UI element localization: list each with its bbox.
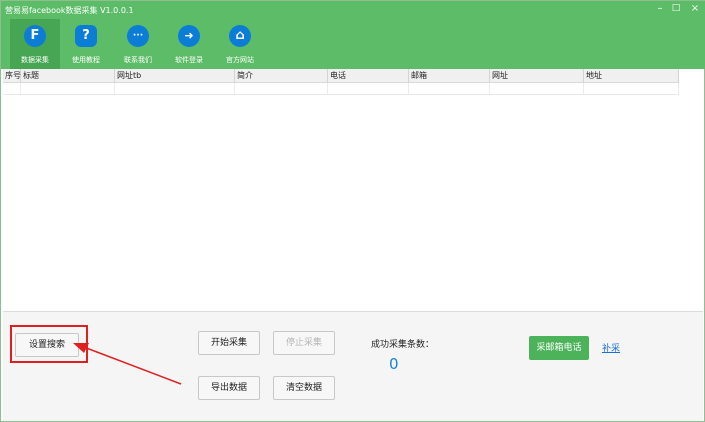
app-window: 营易易facebook数据采集 V1.0.0.1 – □ × F 数据采集 ? … [0,0,705,422]
annotation-arrow-icon [73,343,182,385]
